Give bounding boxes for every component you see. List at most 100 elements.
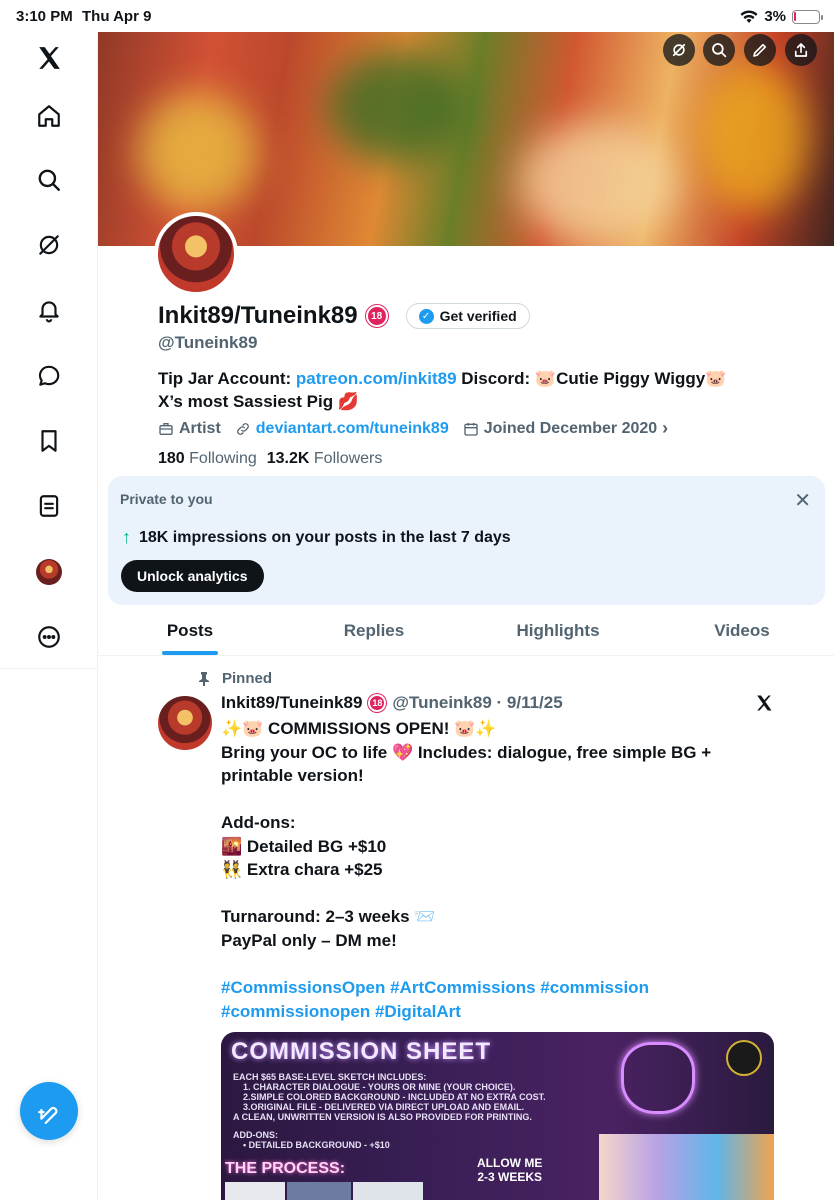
banner-search-button[interactable]: [703, 34, 735, 66]
profile-handle: @Tuneink89: [158, 333, 258, 352]
neon-pig-icon: [621, 1042, 695, 1114]
media-line: 3.ORIGINAL FILE - DELIVERED VIA DIRECT U…: [243, 1102, 525, 1112]
media-thumbnail: [225, 1182, 285, 1200]
media-title: COMMISSION SHEET: [231, 1038, 492, 1065]
age-18-badge-icon: 18: [365, 305, 388, 327]
impressions-text: 18K impressions on your posts in the las…: [139, 528, 511, 546]
status-right: 3%: [740, 8, 823, 25]
bookmarks-icon[interactable]: [33, 425, 65, 457]
allow-line-1: ALLOW ME: [477, 1156, 543, 1170]
status-time: 3:10 PM: [16, 8, 73, 25]
tab-videos[interactable]: Videos: [650, 606, 834, 655]
website-link[interactable]: deviantart.com/tuneink89: [256, 420, 449, 438]
logo-seal-icon: [726, 1040, 762, 1076]
get-verified-button[interactable]: ✓ Get verified: [405, 303, 530, 329]
follow-stats: 180 Following 13.2K Followers: [158, 450, 382, 468]
sidebar: [0, 32, 98, 1200]
get-verified-label: Get verified: [439, 308, 517, 324]
share-button[interactable]: [785, 34, 817, 66]
grok-icon[interactable]: [33, 229, 65, 261]
post-author-avatar[interactable]: [158, 696, 212, 750]
profile-name-row: Inkit89/Tuneink89 18 ✓ Get verified: [158, 302, 530, 330]
arrow-up-icon: ↑: [122, 527, 131, 547]
allow-line-2: 2-3 WEEKS: [477, 1170, 542, 1184]
post-hashtags[interactable]: #CommissionsOpen #ArtCommissions #commis…: [221, 976, 741, 1023]
media-thumbnail: [353, 1182, 423, 1200]
profile-category: Artist: [158, 420, 221, 438]
pin-icon: [199, 671, 209, 686]
pinned-label: Pinned: [222, 670, 273, 687]
private-label: Private to you: [120, 491, 213, 507]
notifications-bell-icon[interactable]: [33, 294, 65, 326]
bio-patreon-link[interactable]: patreon.com/inkit89: [296, 369, 457, 388]
close-icon[interactable]: ✕: [794, 488, 811, 513]
messages-icon[interactable]: [33, 360, 65, 392]
profile-avatar[interactable]: [154, 212, 238, 296]
x-logo-icon[interactable]: [33, 42, 65, 74]
media-allow-label: ALLOW ME 2-3 WEEKS: [477, 1156, 542, 1184]
followers-label: Followers: [313, 450, 383, 467]
x-logo-icon[interactable]: [755, 694, 773, 718]
tab-posts[interactable]: Posts: [98, 606, 282, 655]
profile-avatar-icon[interactable]: [33, 556, 65, 588]
post-meta: @Tuneink89 · 9/11/25: [392, 693, 563, 712]
media-addon: • DETAILED BACKGROUND - +$10: [243, 1140, 390, 1150]
battery-percent: 3%: [764, 8, 786, 25]
edit-profile-button[interactable]: [744, 34, 776, 66]
chevron-right-icon: ›: [662, 418, 669, 438]
following-link[interactable]: 180 Following: [158, 450, 257, 468]
media-line: 1. CHARACTER DIALOGUE - YOURS OR MINE (Y…: [243, 1082, 516, 1092]
share-upload-icon: [794, 43, 808, 57]
home-icon[interactable]: [33, 100, 65, 132]
media-process-label: THE PROCESS:: [225, 1160, 346, 1177]
search-icon: [712, 43, 727, 58]
profile-tabs: Posts Replies Highlights Videos: [98, 606, 834, 656]
media-line: EACH $65 BASE-LEVEL SKETCH INCLUDES:: [233, 1072, 427, 1082]
calendar-icon: [464, 422, 478, 436]
impressions-stat: ↑ 18K impressions on your posts in the l…: [122, 527, 511, 548]
media-line: A CLEAN, UNWRITTEN VERSION IS ALSO PROVI…: [233, 1112, 532, 1122]
unlock-analytics-button[interactable]: Unlock analytics: [121, 560, 264, 592]
age-18-badge-icon: 18: [368, 694, 387, 712]
battery-icon: [792, 9, 823, 24]
bio-tip-jar: Tip Jar Account:: [158, 369, 296, 388]
followers-link[interactable]: 13.2K Followers: [267, 450, 383, 468]
wifi-icon: [740, 9, 758, 23]
tab-replies[interactable]: Replies: [282, 606, 466, 655]
status-bar: 3:10 PM Thu Apr 9 3%: [0, 0, 834, 32]
more-options-icon[interactable]: [33, 621, 65, 653]
tab-highlights[interactable]: Highlights: [466, 606, 650, 655]
profile-joined[interactable]: Joined December 2020 ›: [463, 418, 668, 439]
pinned-indicator: Pinned: [198, 670, 272, 687]
private-analytics-card: Private to you ✕ ↑ 18K impressions on yo…: [108, 476, 825, 605]
status-date: Thu Apr 9: [82, 8, 152, 25]
profile-display-name: Inkit89/Tuneink89: [158, 302, 358, 329]
sidebar-divider: [0, 668, 98, 669]
category-label: Artist: [179, 419, 221, 437]
media-line: 2.SIMPLE COLORED BACKGROUND - INCLUDED A…: [243, 1092, 546, 1102]
briefcase-icon: [159, 422, 173, 435]
profile-website[interactable]: deviantart.com/tuneink89: [235, 420, 449, 438]
media-thumbnail: [287, 1182, 351, 1200]
post-media-image[interactable]: COMMISSION SHEET EACH $65 BASE-LEVEL SKE…: [221, 1032, 774, 1200]
pencil-icon: [753, 43, 767, 57]
post-text: ✨🐷 COMMISSIONS OPEN! 🐷✨ Bring your OC to…: [221, 719, 712, 950]
profile-bio: Tip Jar Account: patreon.com/inkit89 Dis…: [158, 367, 778, 413]
bio-discord: Discord: 🐷Cutie Piggy Wiggy🐷: [456, 369, 727, 388]
post-header: Inkit89/Tuneink89 18 @Tuneink89 · 9/11/2…: [221, 693, 563, 713]
media-artwork: [599, 1134, 774, 1200]
lists-icon[interactable]: [33, 490, 65, 522]
bio-line-2: X’s most Sassiest Pig 💋: [158, 392, 360, 411]
search-icon[interactable]: [33, 164, 65, 196]
compose-post-button[interactable]: [20, 1082, 78, 1140]
grok-icon: [672, 43, 686, 57]
joined-date: Joined December 2020: [483, 419, 658, 437]
grok-analyze-button[interactable]: [663, 34, 695, 66]
post-author-name[interactable]: Inkit89/Tuneink89: [221, 693, 362, 713]
link-icon: [236, 422, 249, 435]
following-count: 180: [158, 450, 185, 467]
compose-feather-icon: [38, 1106, 58, 1124]
verified-check-icon: ✓: [418, 308, 434, 324]
media-addons-title: ADD-ONS:: [233, 1130, 278, 1140]
following-label: Following: [189, 450, 257, 467]
